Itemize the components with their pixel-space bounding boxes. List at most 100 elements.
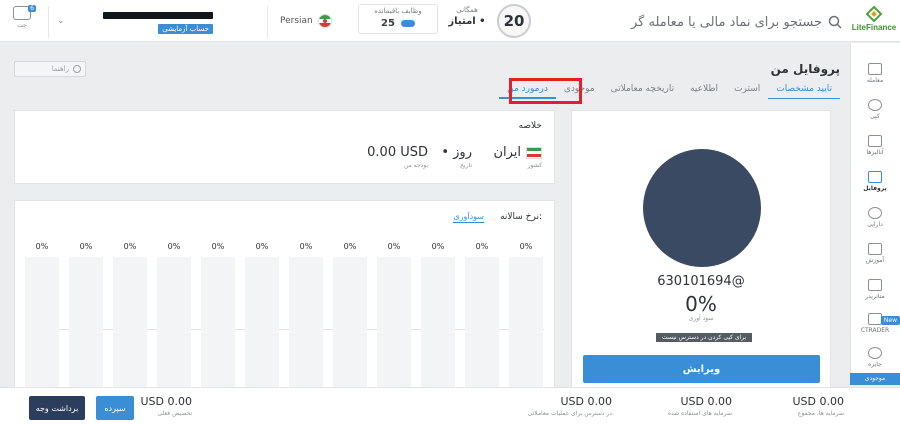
tasks-count: 25 <box>381 18 395 29</box>
education-icon <box>868 243 882 255</box>
sidebar-item-label: متاتریدر <box>865 293 885 300</box>
profitability-card: نرخ سالانه: سودآوری 0% 0% 0% 0% 0% 0% 0% 0% 0% 0%… <box>14 200 555 389</box>
sidebar-item-metatrader[interactable]: متاتریدر <box>850 279 900 300</box>
profit-column-label: 0% <box>343 242 357 251</box>
dollar-icon <box>868 207 882 219</box>
sidebar-balance-tab[interactable]: موجودی <box>850 373 900 385</box>
summary-country: ایران کشور <box>493 145 542 169</box>
sidebar-item-education[interactable]: آموزش <box>850 243 900 264</box>
sidebar-item-assets[interactable]: دارایی <box>850 207 900 228</box>
tab-verification[interactable]: تایید مشخصات <box>768 84 840 99</box>
profile-card: 630101694@ 0% سود آوری برای کپی کردن در … <box>571 110 831 388</box>
balance-label: بودجه من <box>403 162 428 169</box>
chat-label: چت <box>17 22 27 29</box>
demo-account-badge: حساب آزمایشی <box>158 24 213 34</box>
profit-column-label: 0% <box>519 242 533 251</box>
stat-current-allocation: USD 0.00 تخصیص فعلی <box>141 395 193 417</box>
award-icon <box>868 347 882 359</box>
profile-profitability: 0% <box>685 292 717 316</box>
country-label: کشور <box>527 162 542 169</box>
profit-column <box>421 257 455 389</box>
sidebar-item-copy[interactable]: کپی <box>850 99 900 120</box>
profitability-label: سود آوری <box>688 315 714 322</box>
days-label: تاریخ <box>460 162 472 169</box>
brand-logo[interactable]: LiteFinance <box>852 6 896 38</box>
chat-button[interactable]: 6 چت <box>10 5 36 29</box>
chat-icon: 6 <box>13 5 36 20</box>
stat-value: USD 0.00 <box>560 395 613 408</box>
profit-column <box>113 257 147 389</box>
rank-block[interactable]: همگانی • امتیاز <box>440 6 494 27</box>
search-input[interactable]: جستجو برای نماد مالی یا معامله گر <box>631 15 822 30</box>
stat-label: سرمایه های استفاده شده <box>667 410 732 417</box>
avatar[interactable] <box>643 149 761 267</box>
profit-column <box>157 257 191 389</box>
profit-column <box>289 257 323 389</box>
profit-column-label: 0% <box>255 242 269 251</box>
tab-start[interactable]: استرت <box>726 84 768 99</box>
tasks-block[interactable]: وظایف باقیمانده 25 <box>358 4 438 34</box>
page-title: پروفایل من <box>770 62 840 76</box>
tasks-progress-icon <box>400 20 415 27</box>
balance-value: 0.00 USD <box>367 145 428 160</box>
profit-column <box>25 257 59 389</box>
level-medal[interactable]: 20 <box>497 4 531 38</box>
main-sidebar: معامله کپی آنالیزها پروفایل دارایی آموزش… <box>850 43 900 385</box>
sidebar-item-profile[interactable]: پروفایل <box>850 171 900 192</box>
tab-profitability[interactable]: سودآوری <box>453 212 484 223</box>
tab-trade-history[interactable]: تاریخچه معاملاتی <box>603 84 683 99</box>
sidebar-item-analytics[interactable]: آنالیزها <box>850 135 900 156</box>
stat-value: USD 0.00 <box>680 395 733 408</box>
sidebar-item-label: جایزه <box>868 361 882 368</box>
profit-column <box>465 257 499 389</box>
sidebar-item-label: کپی <box>870 113 880 120</box>
profitability-title: نرخ سالانه: <box>500 212 542 222</box>
language-label: Persian <box>280 16 313 26</box>
profit-column-label: 0% <box>431 242 445 251</box>
sidebar-item-trade[interactable]: معامله <box>850 63 900 84</box>
profit-column <box>509 257 543 389</box>
account-selector[interactable]: حساب آزمایشی ⌄ <box>48 6 268 38</box>
sidebar-item-label: آنالیزها <box>866 149 884 156</box>
stat-label: در دسترس برای عملیات معاملاتی <box>527 410 612 417</box>
profit-column-label: 0% <box>387 242 401 251</box>
edit-profile-button[interactable]: ویرایش <box>583 355 820 383</box>
stat-value: USD 0.00 <box>140 395 193 408</box>
iran-flag-icon <box>526 146 542 159</box>
chart-icon <box>868 63 882 75</box>
iran-flag-icon <box>317 14 332 28</box>
profit-column-label: 0% <box>123 242 137 251</box>
sidebar-item-award[interactable]: جایزه <box>850 347 900 368</box>
logo-mark-icon <box>866 6 882 22</box>
ctrader-icon <box>868 313 882 325</box>
search-bar[interactable]: جستجو برای نماد مالی یا معامله گر <box>512 8 842 36</box>
verification-tab-highlight <box>509 78 582 104</box>
new-badge: New <box>880 316 900 325</box>
profit-column-label: 0% <box>299 242 313 251</box>
sidebar-item-label: آموزش <box>865 257 885 264</box>
tasks-label: وظایف باقیمانده <box>374 7 422 15</box>
stat-label: تخصیص فعلی <box>157 410 192 417</box>
sidebar-item-label: معامله <box>866 77 884 84</box>
help-button[interactable]: راهنما <box>14 61 86 77</box>
help-button-label: راهنما <box>51 65 69 73</box>
profit-column-label: 0% <box>211 242 225 251</box>
profit-column-label: 0% <box>35 242 49 251</box>
play-icon <box>73 65 81 73</box>
tab-notifications[interactable]: اطلاعیه <box>682 84 726 99</box>
chat-count-badge: 6 <box>28 5 36 12</box>
sidebar-item-label: دارایی <box>867 221 883 228</box>
stat-label: سرمایه ها، مجموع <box>797 410 844 417</box>
profile-id: 630101694@ <box>657 274 745 289</box>
deposit-button[interactable]: سپرده <box>96 396 134 420</box>
rank-value: • امتیاز <box>448 16 486 27</box>
summary-title: خلاصه <box>518 121 542 131</box>
stat-available-funds: USD 0.00 در دسترس برای عملیات معاملاتی <box>528 395 612 417</box>
top-bar: LiteFinance جستجو برای نماد مالی یا معام… <box>0 0 900 42</box>
language-selector[interactable]: Persian <box>280 14 332 28</box>
rank-label: همگانی <box>456 6 478 14</box>
bottom-bar: USD 0.00 سرمایه ها، مجموع USD 0.00 سرمای… <box>0 387 900 425</box>
days-value: • روز <box>441 145 472 160</box>
withdraw-button[interactable]: برداشت وجه <box>29 396 85 420</box>
sidebar-item-label: CTRADER <box>860 327 890 334</box>
